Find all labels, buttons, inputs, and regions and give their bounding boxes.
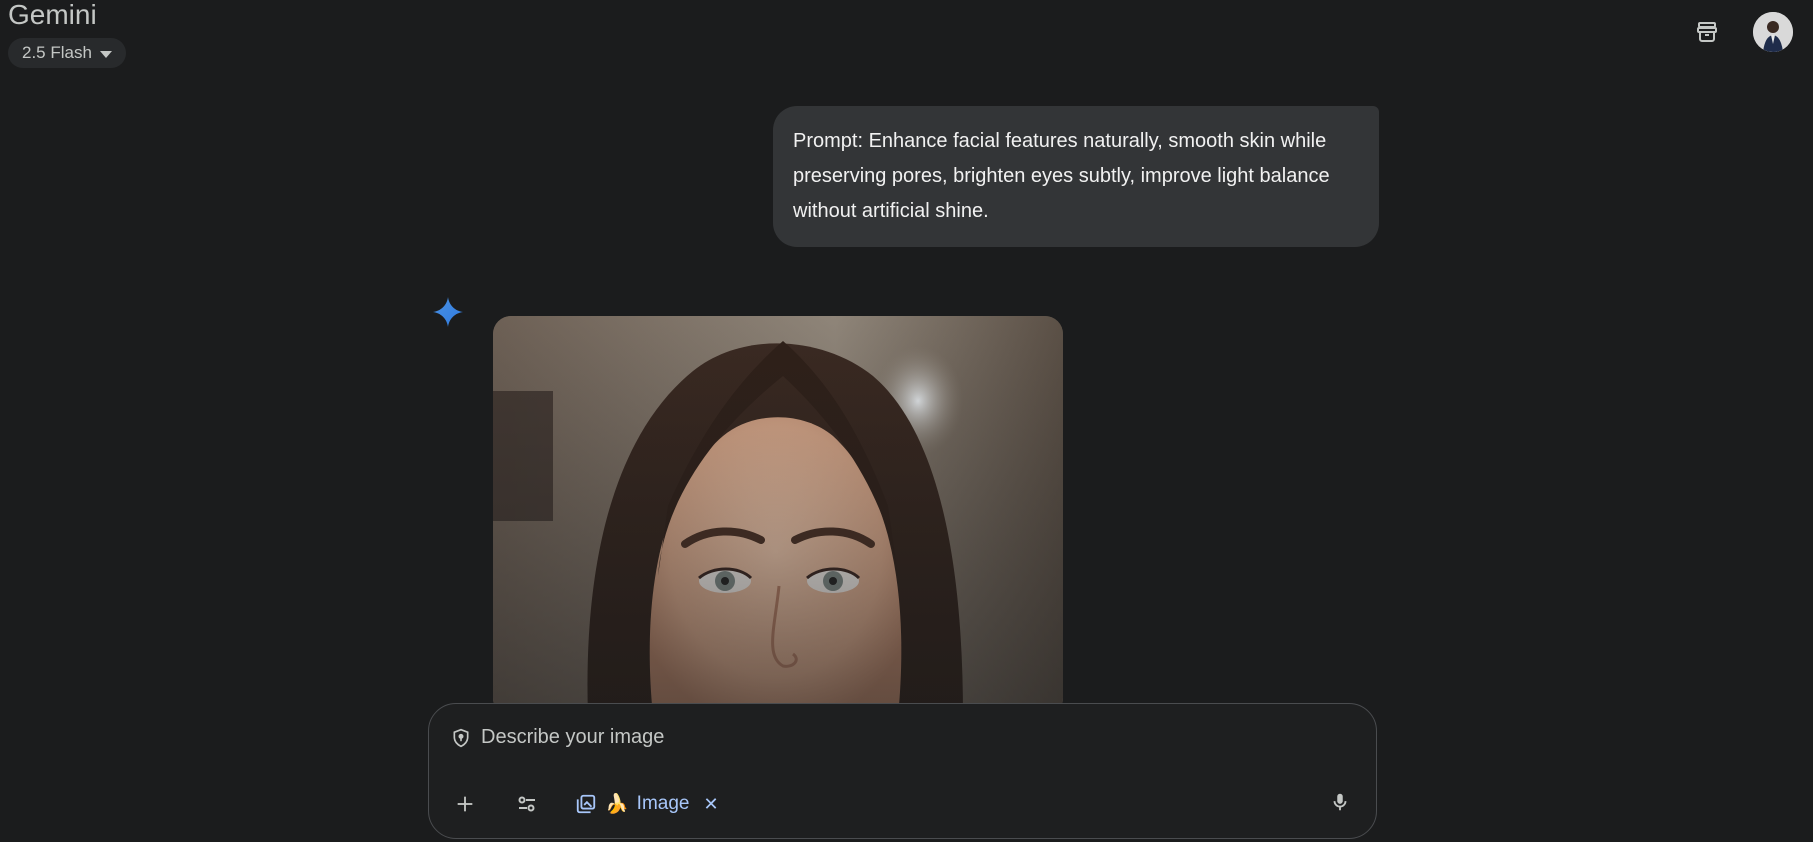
portrait-image (493, 316, 1063, 716)
app-title: Gemini (8, 0, 97, 30)
user-prompt-bubble: Prompt: Enhance facial features naturall… (773, 106, 1379, 247)
image-mode-chip[interactable]: 🍌 Image ✕ (569, 784, 725, 824)
tools-button[interactable] (507, 784, 547, 824)
model-picker[interactable]: 2.5 Flash (8, 38, 126, 68)
model-label: 2.5 Flash (22, 43, 92, 62)
add-button[interactable] (445, 784, 485, 824)
avatar-image (1753, 12, 1793, 52)
prompt-composer[interactable]: Describe your image 🍌 Image ✕ (428, 703, 1377, 839)
prompt-input[interactable]: Describe your image (451, 726, 664, 749)
composer-toolbar: 🍌 Image ✕ (445, 784, 725, 824)
archive-icon (1697, 22, 1717, 42)
shield-icon (453, 728, 469, 747)
gemini-sparkle-icon (433, 297, 463, 327)
generated-image[interactable] (493, 316, 1063, 716)
add-icon (457, 796, 473, 812)
archive-button[interactable] (1687, 12, 1727, 52)
prompt-placeholder: Describe your image (481, 726, 665, 748)
header-actions (1687, 12, 1793, 52)
caret-down-icon (99, 50, 112, 58)
microphone-button[interactable] (1320, 782, 1360, 822)
gemini-app: Gemini 2.5 Flash Prompt: Enhance facial … (0, 0, 1813, 842)
image-chip-label: Image (636, 793, 690, 814)
close-icon[interactable]: ✕ (703, 794, 718, 815)
microphone-icon (1333, 793, 1347, 811)
banana-emoji: 🍌 (605, 794, 629, 815)
image-gallery-icon (576, 794, 596, 814)
tools-icon (518, 796, 535, 812)
avatar[interactable] (1753, 12, 1793, 52)
